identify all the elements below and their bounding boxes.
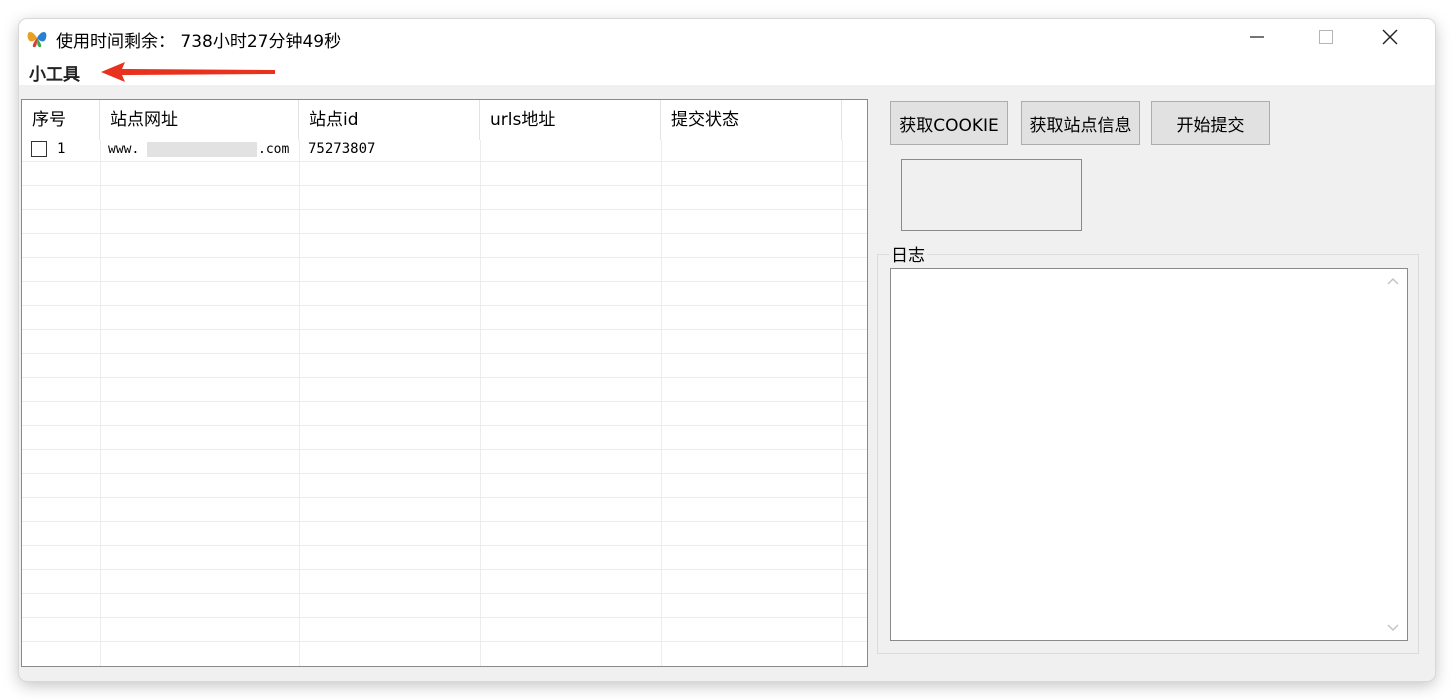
- column-header-index[interactable]: 序号: [22, 100, 100, 140]
- grid-line: [22, 233, 867, 234]
- window-title: 使用时间剩余： 738小时27分钟49秒: [56, 32, 342, 52]
- grid-line: [22, 521, 867, 522]
- site-list-table[interactable]: 序号 站点网址 站点id urls地址 提交状态 1 www. .com 752…: [21, 99, 868, 667]
- row-site-id: 75273807: [308, 141, 376, 157]
- close-button[interactable]: [1358, 19, 1422, 55]
- minimize-icon: [1250, 36, 1264, 38]
- grid-line: [22, 353, 867, 354]
- redacted-url-block: [147, 142, 257, 157]
- menu-item-tools[interactable]: 小工具: [29, 60, 80, 85]
- grid-line: [22, 281, 867, 282]
- grid-line: [22, 497, 867, 498]
- grid-line: [22, 329, 867, 330]
- grid-line: [22, 401, 867, 402]
- grid-line: [22, 257, 867, 258]
- maximize-icon: [1319, 30, 1333, 44]
- scroll-down-icon[interactable]: [1387, 624, 1399, 632]
- close-icon: [1382, 29, 1398, 45]
- grid-line: [22, 569, 867, 570]
- grid-line: [22, 305, 867, 306]
- column-header-site-id[interactable]: 站点id: [299, 100, 480, 140]
- grid-line: [22, 641, 867, 642]
- grid-line: [22, 545, 867, 546]
- log-label: 日志: [889, 241, 927, 266]
- row-checkbox[interactable]: [31, 141, 47, 157]
- row-index: 1: [57, 141, 66, 157]
- maximize-button[interactable]: [1294, 19, 1358, 55]
- get-cookie-button[interactable]: 获取COOKIE: [890, 101, 1008, 145]
- start-submit-button[interactable]: 开始提交: [1151, 101, 1270, 145]
- grid-line: [100, 140, 101, 666]
- app-window: 使用时间剩余： 738小时27分钟49秒 小工具 序号 站点网址 站点id ur…: [19, 19, 1435, 681]
- annotation-arrow-icon: [101, 62, 275, 82]
- grid-line: [22, 185, 867, 186]
- grid-line: [22, 617, 867, 618]
- grid-line: [661, 140, 662, 666]
- grid-line: [22, 161, 867, 162]
- grid-line: [22, 593, 867, 594]
- empty-panel: [901, 159, 1082, 231]
- grid-line: [22, 209, 867, 210]
- column-header-status[interactable]: 提交状态: [661, 100, 842, 140]
- column-header-urls[interactable]: urls地址: [480, 100, 661, 140]
- grid-line: [22, 425, 867, 426]
- grid-line: [299, 140, 300, 666]
- get-site-info-button[interactable]: 获取站点信息: [1021, 101, 1140, 145]
- row-url-suffix: .com: [258, 142, 290, 157]
- title-bar: 使用时间剩余： 738小时27分钟49秒: [19, 19, 1435, 55]
- app-butterfly-icon: [27, 31, 47, 48]
- row-url-prefix: www.: [108, 142, 140, 157]
- minimize-button[interactable]: [1225, 19, 1289, 55]
- grid-line: [842, 140, 843, 666]
- log-textarea[interactable]: [890, 268, 1408, 641]
- grid-line: [22, 377, 867, 378]
- grid-line: [22, 449, 867, 450]
- grid-line: [22, 473, 867, 474]
- scroll-up-icon[interactable]: [1387, 277, 1399, 285]
- column-header-site-url[interactable]: 站点网址: [100, 100, 299, 140]
- grid-line: [480, 140, 481, 666]
